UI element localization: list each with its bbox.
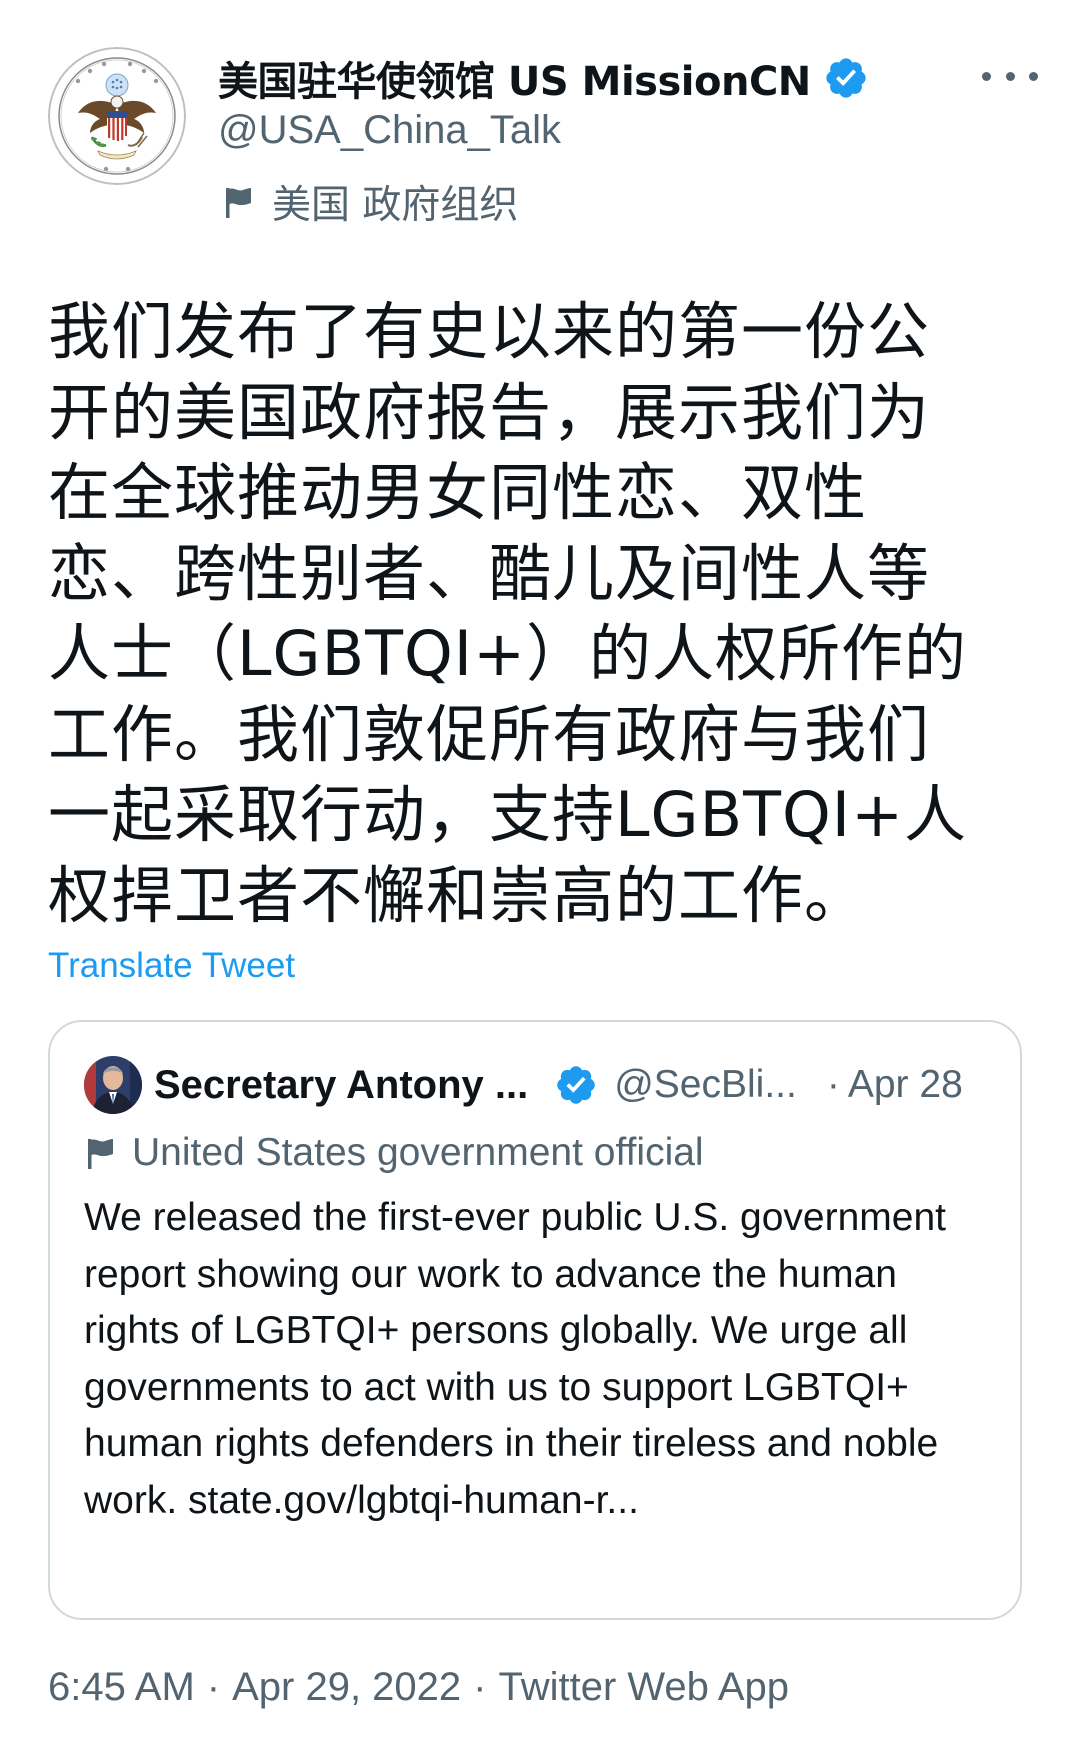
quoted-author-handle[interactable]: @SecBli... (614, 1063, 797, 1107)
author-avatar[interactable] (48, 47, 186, 185)
more-horizontal-icon (1005, 71, 1015, 81)
quoted-author-avatar[interactable] (84, 1056, 142, 1114)
tweet-time[interactable]: 6:45 AM (48, 1665, 195, 1710)
verified-badge-icon (826, 58, 866, 98)
tweet-source[interactable]: Twitter Web App (498, 1665, 789, 1710)
tweet: 美国驻华使领馆 US MissionCN @USA_China_Talk 美国 … (0, 0, 1080, 1764)
flag-icon (88, 1139, 113, 1169)
meta-separator: · (206, 1664, 221, 1709)
more-horizontal-icon (982, 71, 991, 81)
more-options-button[interactable] (982, 54, 1038, 98)
tweet-text: 我们发布了有史以来的第一份公开的美国政府报告，展示我们为在全球推动男女同性恋、双… (48, 295, 968, 932)
flag-icon (226, 188, 251, 218)
affiliation-label: 美国 政府组织 (272, 183, 519, 228)
quoted-author-name[interactable]: Secretary Antony ... (154, 1063, 528, 1108)
author-display-name[interactable]: 美国驻华使领馆 US MissionCN (218, 49, 811, 107)
translate-tweet-link[interactable]: Translate Tweet (48, 946, 295, 986)
author-name-row[interactable]: 美国驻华使领馆 US MissionCN (218, 50, 869, 106)
person-avatar-icon (84, 1056, 142, 1114)
quoted-tweet-date[interactable]: Apr 28 (848, 1063, 963, 1107)
verified-badge-icon (557, 1066, 595, 1104)
tweet-metadata: 6:45 AM · Apr 29, 2022 · Twitter Web App (48, 1660, 789, 1714)
tweet-date[interactable]: Apr 29, 2022 (232, 1665, 461, 1710)
quoted-tweet-header: Secretary Antony ... @SecBli... · Apr 28 (154, 1054, 963, 1116)
more-horizontal-icon (1029, 71, 1038, 81)
quoted-affiliation-label: United States government official (132, 1131, 704, 1174)
embassy-seal-icon (48, 47, 186, 185)
author-handle[interactable]: @USA_China_Talk (218, 108, 561, 153)
author-affiliation: 美国 政府组织 (222, 176, 518, 228)
quoted-author-affiliation: United States government official (84, 1126, 704, 1180)
quoted-tweet-card[interactable]: Secretary Antony ... @SecBli... · Apr 28… (48, 1020, 1022, 1620)
meta-separator: · (473, 1664, 487, 1709)
header-separator: · (826, 1063, 840, 1106)
quoted-tweet-text: We released the first-ever public U.S. g… (84, 1196, 946, 1522)
